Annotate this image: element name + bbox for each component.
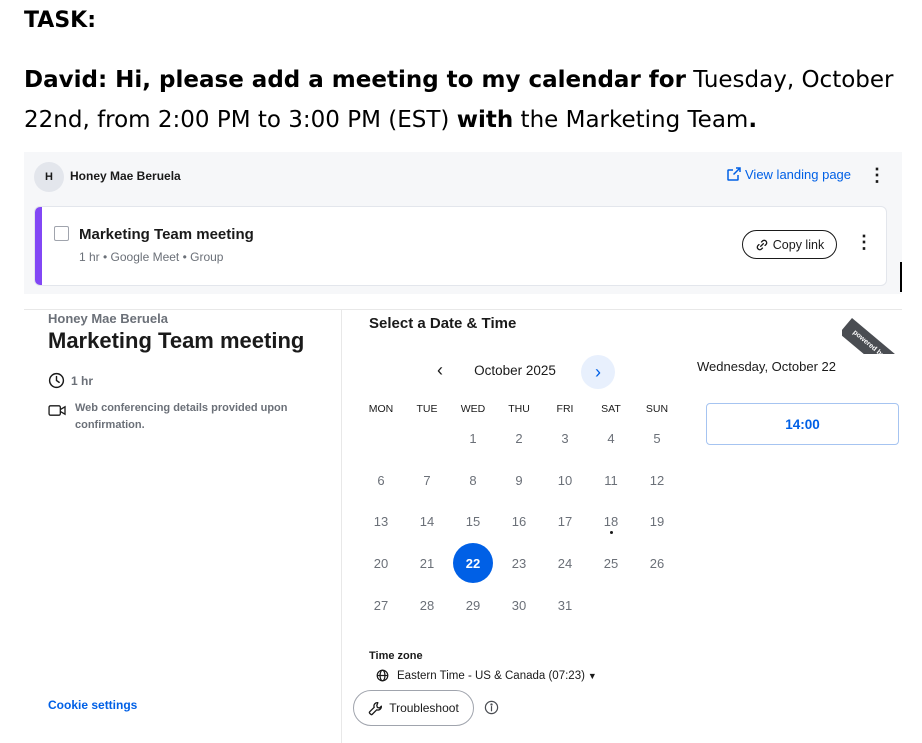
calendar-day: 31 xyxy=(557,597,573,613)
booking-owner-name: Honey Mae Beruela xyxy=(48,311,168,326)
troubleshoot-label: Troubleshoot xyxy=(389,701,459,715)
calendar-day: 17 xyxy=(557,513,573,529)
event-more-options-icon[interactable]: ⋮ xyxy=(855,233,873,251)
calendar-day: 5 xyxy=(653,430,661,446)
chevron-right-icon[interactable]: › xyxy=(581,355,615,389)
task-speaker: David: xyxy=(24,67,108,93)
timezone-value: Eastern Time - US & Canada (07:23) xyxy=(397,669,585,682)
calendar-day: 6 xyxy=(377,472,385,488)
calendar-day: 1 xyxy=(469,430,477,446)
event-title: Marketing Team meeting xyxy=(79,226,254,243)
caret-down-icon: ▼ xyxy=(587,670,597,681)
powered-by-badge[interactable]: powered by Calendly xyxy=(842,310,902,354)
video-camera-icon xyxy=(48,405,66,416)
time-slot-button[interactable]: 14:00 xyxy=(706,403,899,445)
calendar-day: 26 xyxy=(649,555,665,571)
external-link-icon xyxy=(727,167,741,181)
owner-name: Honey Mae Beruela xyxy=(70,169,181,183)
calendar-day: 18 xyxy=(603,513,619,529)
task-with: with xyxy=(456,107,514,133)
chevron-left-icon[interactable]: ‹ xyxy=(430,360,450,381)
task-period: . xyxy=(748,107,758,133)
wrench-icon xyxy=(368,701,383,715)
event-types-panel: H Honey Mae Beruela View landing page ⋮ … xyxy=(24,152,902,294)
divider xyxy=(24,309,902,310)
more-options-icon[interactable]: ⋮ xyxy=(868,166,886,184)
powered-by-ribbon: powered by Calendly xyxy=(842,318,902,354)
weekday-header-sat: SAT xyxy=(601,403,621,415)
conferencing-text: Web conferencing details provided upon c… xyxy=(75,402,288,431)
info-icon[interactable] xyxy=(484,700,499,715)
event-select-checkbox[interactable] xyxy=(54,226,69,241)
selected-date-label: Wednesday, October 22 xyxy=(697,359,836,374)
task-instruction: David: Hi, please add a meeting to my ca… xyxy=(24,60,914,140)
calendar-day: 27 xyxy=(373,597,389,613)
globe-icon xyxy=(376,669,389,682)
calendar-day: 25 xyxy=(603,555,619,571)
today-indicator xyxy=(610,531,613,534)
weekday-header-mon: MON xyxy=(368,403,394,415)
calendar-day: 21 xyxy=(419,555,435,571)
text-cursor xyxy=(900,262,902,292)
calendar-day: 23 xyxy=(511,555,527,571)
calendar-day: 30 xyxy=(511,597,527,613)
calendar-day: 29 xyxy=(465,597,481,613)
calendar-day: 16 xyxy=(511,513,527,529)
copy-link-button[interactable]: Copy link xyxy=(742,230,837,259)
calendar-day: 2 xyxy=(515,430,523,446)
calendar-day: 12 xyxy=(649,472,665,488)
task-attendees: the Marketing Team xyxy=(513,107,749,133)
weekday-header-tue: TUE xyxy=(416,403,438,415)
calendar-day: 8 xyxy=(469,472,477,488)
column-divider xyxy=(341,310,342,743)
calendar-day: 28 xyxy=(419,597,435,613)
task-label: TASK: xyxy=(24,8,97,33)
view-landing-page-link[interactable]: View landing page xyxy=(726,166,851,182)
calendar-day-selected[interactable]: 22 xyxy=(453,543,493,583)
calendar-day: 9 xyxy=(515,472,523,488)
calendar-day: 7 xyxy=(423,472,431,488)
calendar-day: 14 xyxy=(419,513,435,529)
view-landing-page-label: View landing page xyxy=(745,166,852,182)
cookie-settings-link[interactable]: Cookie settings xyxy=(48,698,137,712)
calendar-day: 13 xyxy=(373,513,389,529)
timezone-select[interactable]: Eastern Time - US & Canada (07:23) ▼ xyxy=(376,669,597,682)
weekday-header-wed: WED xyxy=(460,403,486,415)
calendar-day: 4 xyxy=(607,430,615,446)
calendar-day: 10 xyxy=(557,472,573,488)
clock-icon xyxy=(48,372,65,389)
calendar-day: 24 xyxy=(557,555,573,571)
month-label: October 2025 xyxy=(474,363,556,378)
avatar: H xyxy=(34,162,64,192)
copy-link-label: Copy link xyxy=(772,237,825,252)
conferencing-row: Web conferencing details provided upon c… xyxy=(48,400,328,434)
troubleshoot-button[interactable]: Troubleshoot xyxy=(353,690,474,726)
event-details: 1 hr • Google Meet • Group xyxy=(79,250,224,264)
link-icon xyxy=(756,239,768,250)
duration-text: 1 hr xyxy=(71,373,94,388)
task-request: Hi, please add a meeting to my calendar … xyxy=(107,67,686,93)
event-type-card[interactable]: Marketing Team meeting 1 hr • Google Mee… xyxy=(34,206,887,286)
calendar-day: 20 xyxy=(373,555,389,571)
calendar-day: 3 xyxy=(561,430,569,446)
booking-event-title: Marketing Team meeting xyxy=(48,328,305,353)
calendar-day: 15 xyxy=(465,513,481,529)
weekday-header-fri: FRI xyxy=(556,403,574,415)
weekday-header-sun: SUN xyxy=(645,403,669,415)
weekday-header-thu: THU xyxy=(508,403,530,415)
timezone-label: Time zone xyxy=(369,650,423,662)
duration-row: 1 hr xyxy=(48,372,93,389)
calendar-day: 19 xyxy=(649,513,665,529)
select-date-time-heading: Select a Date & Time xyxy=(369,315,517,332)
event-color-bar xyxy=(35,207,42,285)
calendar-day: 11 xyxy=(604,472,618,488)
